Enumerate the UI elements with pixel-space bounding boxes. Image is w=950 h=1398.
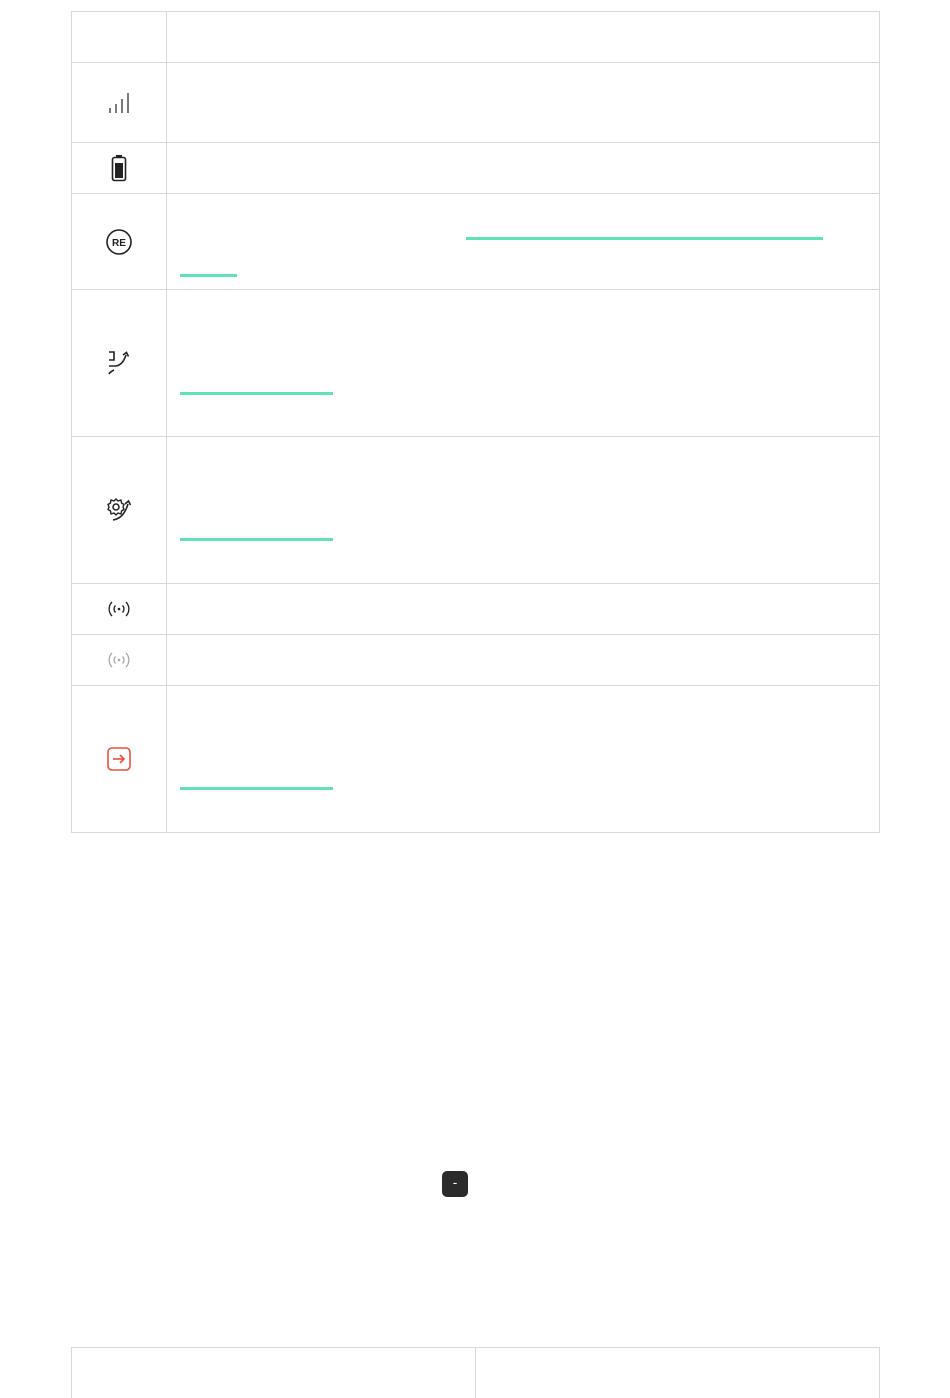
tamper-arrow-icon: [105, 349, 133, 377]
table-row: [71, 62, 880, 143]
inline-link[interactable]: [180, 787, 333, 790]
gear-arrow-icon: [105, 496, 133, 524]
inline-link[interactable]: [180, 538, 333, 541]
table-row: [71, 583, 880, 635]
radio-waves-faded-icon: [105, 646, 133, 674]
collapse-button[interactable]: -: [442, 1171, 468, 1197]
inline-link[interactable]: [466, 237, 823, 240]
table-row: [71, 289, 880, 437]
table-row: [71, 436, 880, 584]
table-row: [71, 634, 880, 686]
table-cell: [475, 1347, 880, 1398]
header-desc-cell: [166, 11, 880, 63]
battery-icon: [105, 154, 133, 182]
table-row: RE: [71, 193, 880, 290]
signal-bars-icon: [105, 89, 133, 117]
page: RE -: [0, 0, 950, 1398]
table-header-row: [71, 11, 880, 63]
radio-waves-icon: [105, 595, 133, 623]
table-header-row: [71, 1347, 880, 1398]
table-cell: [71, 1347, 476, 1398]
table-row: [71, 685, 880, 833]
header-icon-cell: [71, 11, 167, 63]
inline-link-continued[interactable]: [180, 274, 237, 277]
icon-legend-table: RE: [71, 11, 880, 833]
inline-link[interactable]: [180, 392, 333, 395]
exit-arrow-icon: [105, 745, 133, 773]
re-badge-icon: RE: [105, 228, 133, 256]
table-row: [71, 142, 880, 194]
secondary-table: [71, 1347, 880, 1398]
svg-text:RE: RE: [112, 238, 126, 249]
